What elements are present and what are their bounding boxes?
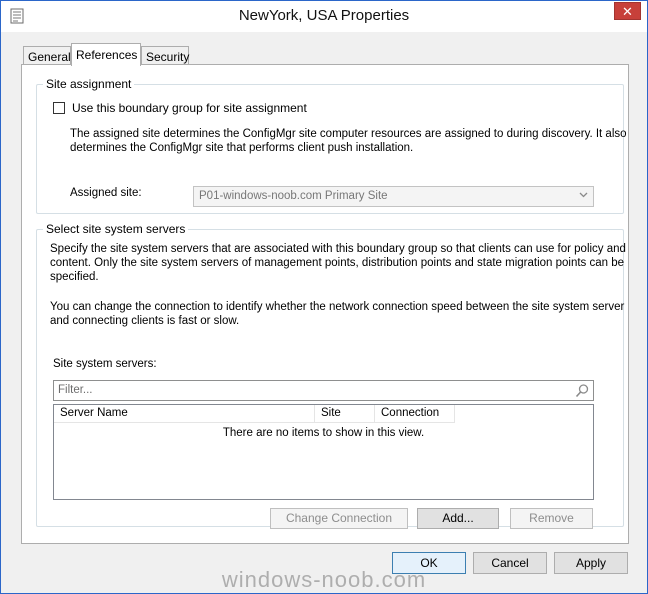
apply-button[interactable]: Apply	[554, 552, 628, 574]
site-servers-description-1c: specified.	[50, 271, 99, 283]
cancel-label: Cancel	[491, 556, 529, 570]
ok-label: OK	[420, 556, 438, 570]
ok-button[interactable]: OK	[392, 552, 466, 574]
tab-security[interactable]: Security	[141, 46, 189, 66]
assigned-site-value: P01-windows-noob.com Primary Site	[199, 190, 388, 202]
site-servers-description-2a: You can change the connection to identif…	[50, 301, 625, 313]
site-assignment-checkbox[interactable]	[53, 102, 65, 114]
assigned-site-label: Assigned site:	[70, 187, 142, 199]
column-header-connection[interactable]: Connection	[375, 405, 455, 423]
site-assignment-description-1: The assigned site determines the ConfigM…	[70, 128, 627, 140]
dialog-client-area: General References Security Site assignm…	[1, 32, 647, 593]
site-assignment-checkbox-label[interactable]: Use this boundary group for site assignm…	[72, 101, 307, 115]
site-servers-list[interactable]: Server Name Site Connection There are no…	[53, 404, 594, 500]
column-header-site[interactable]: Site	[315, 405, 375, 423]
site-servers-description-1a: Specify the site system servers that are…	[50, 243, 626, 255]
filter-placeholder: Filter...	[58, 384, 93, 396]
site-servers-list-label: Site system servers:	[53, 358, 157, 370]
site-servers-description-1b: content. Only the site system servers of…	[50, 257, 625, 269]
cancel-button[interactable]: Cancel	[473, 552, 547, 574]
tab-security-label: Security	[146, 50, 190, 64]
window-title: NewYork, USA Properties	[238, 7, 410, 24]
add-button[interactable]: Add...	[417, 508, 499, 529]
assigned-site-select[interactable]: P01-windows-noob.com Primary Site	[193, 186, 594, 207]
site-assignment-description-2: determines the ConfigMgr site that perfo…	[70, 142, 414, 154]
remove-button[interactable]: Remove	[510, 508, 593, 529]
add-label: Add...	[442, 511, 474, 525]
remove-label: Remove	[529, 511, 574, 525]
filter-input[interactable]: Filter...	[53, 380, 594, 401]
close-button[interactable]: ✕	[614, 2, 641, 20]
chevron-down-icon	[579, 192, 588, 198]
tab-references[interactable]: References	[71, 43, 141, 66]
site-servers-title: Select site system servers	[43, 222, 189, 236]
change-connection-label: Change Connection	[285, 511, 393, 525]
tab-general-label: General	[28, 50, 71, 64]
change-connection-button[interactable]: Change Connection	[270, 508, 408, 529]
title-bar[interactable]: NewYork, USA Properties ✕	[1, 1, 647, 32]
close-icon: ✕	[622, 4, 633, 19]
apply-label: Apply	[575, 556, 607, 570]
properties-dialog: NewYork, USA Properties ✕ General Refere…	[0, 0, 648, 594]
site-servers-description-2b: and connecting clients is fast or slow.	[50, 315, 240, 327]
empty-list-message: There are no items to show in this view.	[222, 427, 425, 439]
tab-references-label: References	[76, 48, 138, 62]
tab-general[interactable]: General	[23, 46, 71, 66]
column-header-server-name[interactable]: Server Name	[54, 405, 315, 423]
magnifier-icon[interactable]	[574, 383, 590, 399]
references-tab-panel: Site assignment Use this boundary group …	[21, 64, 629, 544]
site-assignment-title: Site assignment	[43, 77, 135, 91]
